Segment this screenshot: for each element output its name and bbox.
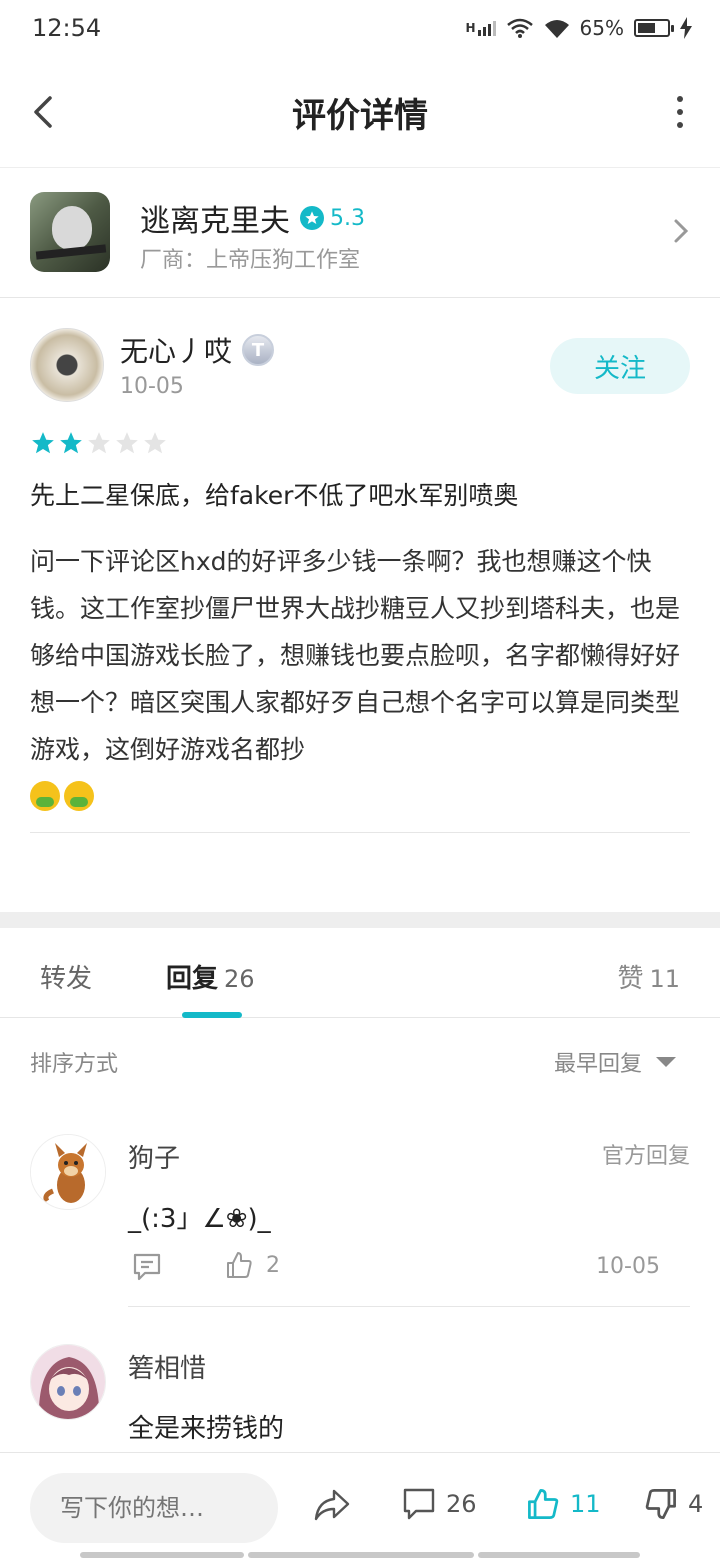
star-empty-icon: [144, 432, 166, 454]
wifi-icon: [544, 20, 569, 38]
game-title-row: 逃离克里夫 5.3: [140, 196, 365, 240]
game-card[interactable]: 逃离克里夫 5.3 厂商：上帝压狗工作室: [0, 168, 720, 298]
follow-button[interactable]: 关注: [550, 338, 690, 394]
like-count: 11: [570, 1490, 601, 1518]
nav-bar: 评价详情: [0, 60, 720, 168]
review-date: 10-05: [120, 374, 184, 399]
more-menu-icon[interactable]: [674, 96, 686, 128]
share-icon: [314, 1489, 350, 1521]
sort-selected: 最早回复: [553, 1052, 642, 1077]
signal-icon: H: [465, 20, 496, 36]
tab-forward-label: 转发: [40, 964, 93, 994]
sort-dropdown[interactable]: 最早回复: [554, 1046, 676, 1078]
game-vendor: 厂商：上帝压狗工作室: [140, 248, 361, 273]
tab-reply-label: 回复: [166, 964, 219, 994]
level-badge-icon: T: [242, 334, 275, 366]
review-body: 问一下评论区hxd的好评多少钱一条啊？我也想赚这个快钱。这工作室抄僵尸世界大战抄…: [30, 538, 690, 820]
reply-author[interactable]: 箬相惜: [128, 1348, 206, 1385]
reply-date: 10-05: [596, 1254, 660, 1279]
comment-input[interactable]: [30, 1473, 278, 1543]
page-title: 评价详情: [292, 96, 428, 136]
status-time: 12:54: [32, 14, 102, 42]
tab-bar: 转发 回复 26 赞 11: [0, 928, 720, 1018]
comment-button[interactable]: 26: [402, 1487, 477, 1521]
rating-star-icon: [300, 206, 324, 230]
comment-count: 26: [446, 1490, 477, 1518]
reviewer-name[interactable]: 无心丿哎: [120, 330, 232, 370]
tab-reply-count: 26: [224, 965, 255, 993]
bottom-action-bar: 26 11 4: [0, 1452, 720, 1560]
dislike-button[interactable]: 4: [644, 1487, 703, 1521]
star-filled-icon: [60, 432, 82, 454]
system-nav-hint: [478, 1552, 640, 1558]
dropdown-arrow-icon: [656, 1057, 676, 1067]
game-name: 逃离克里夫: [140, 204, 290, 239]
like-button[interactable]: 11: [526, 1487, 601, 1521]
reply-like-button[interactable]: 2: [224, 1250, 280, 1280]
reply-item: 狗子 官方回复 _(:3」∠❀)_ 2 10-05: [0, 1102, 720, 1312]
thumbs-up-icon: [227, 1252, 252, 1278]
comment-icon[interactable]: [130, 1250, 164, 1284]
star-filled-icon: [32, 432, 54, 454]
reviewer-name-row: 无心丿哎 T: [120, 330, 275, 370]
game-icon: [30, 192, 110, 272]
tab-reply[interactable]: 回复 26: [166, 958, 255, 995]
sort-label: 排序方式: [30, 1052, 119, 1077]
star-rating: [30, 430, 168, 456]
sort-row: 排序方式 最早回复: [0, 1018, 720, 1102]
chevron-right-icon: [674, 219, 689, 243]
thumbs-up-icon: [528, 1489, 559, 1519]
review-text: 问一下评论区hxd的好评多少钱一条啊？我也想赚这个快钱。这工作室抄僵尸世界大战抄…: [30, 547, 681, 764]
rating-value: 5.3: [330, 205, 365, 231]
vomit-emoji-icon: [64, 781, 94, 811]
official-reply-badge: 官方回复: [601, 1144, 690, 1169]
thumbs-down-icon: [645, 1489, 676, 1519]
review-headline: 先上二星保底，给faker不低了吧水军别喷奥: [30, 481, 519, 510]
reply-item: 箬相惜 全是来捞钱的: [0, 1312, 720, 1452]
reply-like-count: 2: [266, 1252, 280, 1278]
dislike-count: 4: [688, 1490, 704, 1518]
network-type: H: [465, 20, 476, 35]
reply-author[interactable]: 狗子: [128, 1138, 180, 1175]
tab-like[interactable]: 赞 11: [617, 958, 680, 995]
tab-like-count: 11: [649, 965, 680, 993]
divider: [128, 1306, 690, 1307]
reviewer-avatar[interactable]: [30, 328, 104, 402]
battery-icon: [634, 19, 674, 37]
tab-forward[interactable]: 转发: [40, 958, 92, 995]
comment-icon: [403, 1488, 435, 1520]
share-button[interactable]: [312, 1487, 352, 1523]
reply-text: _(:3」∠❀)_: [128, 1204, 271, 1234]
status-bar: 12:54 H 65%: [0, 0, 720, 60]
status-icons: H 65%: [465, 16, 692, 40]
charging-icon: [680, 17, 692, 39]
tab-like-label: 赞: [617, 964, 644, 994]
game-rating: 5.3: [300, 206, 365, 231]
divider: [30, 832, 690, 833]
section-separator: [0, 912, 720, 928]
reply-avatar[interactable]: [30, 1134, 106, 1210]
system-nav-hint: [80, 1552, 244, 1558]
reply-avatar[interactable]: [30, 1344, 106, 1420]
star-empty-icon: [116, 432, 138, 454]
vomit-emoji-icon: [30, 781, 60, 811]
reply-actions: 2 10-05: [128, 1250, 690, 1290]
hotspot-wifi-icon: [506, 18, 533, 38]
system-nav-hint: [248, 1552, 474, 1558]
reply-text: 全是来捞钱的: [128, 1414, 285, 1444]
star-empty-icon: [88, 432, 110, 454]
battery-percent: 65%: [579, 16, 624, 40]
